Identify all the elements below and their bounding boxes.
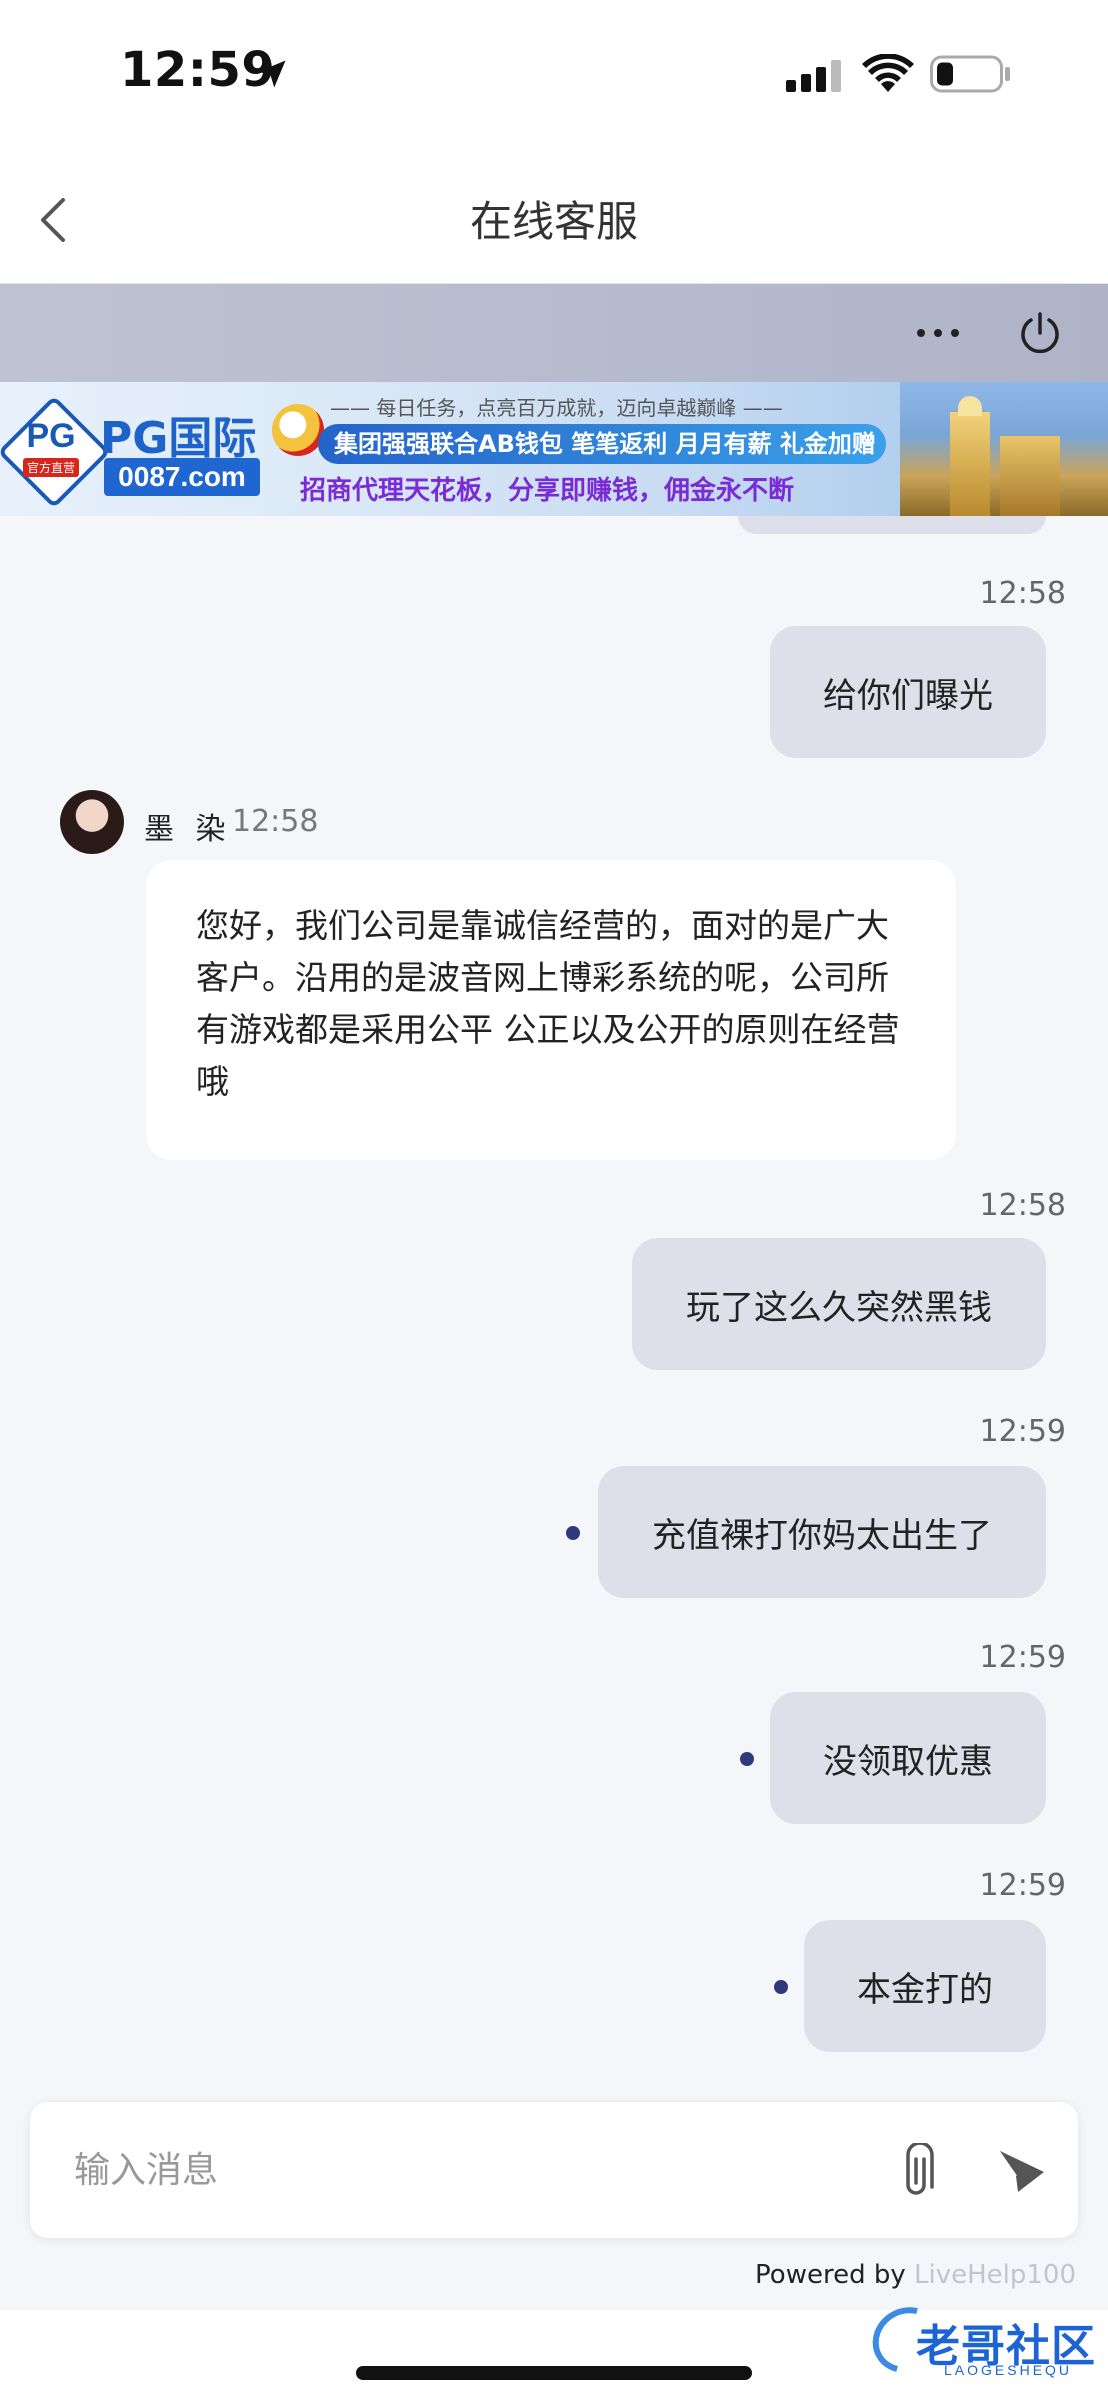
pg-official-tag: 官方直营 — [22, 458, 79, 477]
banner-brand-name: PG国际 — [100, 413, 257, 464]
outgoing-message[interactable]: 充值裸打你妈太出生了 — [598, 1466, 1046, 1598]
outgoing-message[interactable]: 玩了这么久突然黑钱 — [632, 1238, 1046, 1370]
agent-avatar[interactable] — [60, 790, 124, 854]
paperclip-icon — [906, 2143, 934, 2195]
banner-tagline-mid: 集团强强联合AB钱包 笔笔返利 月月有薪 礼金加赠 — [318, 424, 886, 464]
previous-message-bubble — [738, 516, 1046, 534]
message-time: 12:59 — [979, 1414, 1066, 1449]
banner-tagline-bottom: 招商代理天花板，分享即赚钱，佣金永不断 — [300, 476, 795, 506]
cellular-signal-icon — [786, 60, 841, 92]
power-icon — [1021, 312, 1059, 354]
home-indicator[interactable] — [356, 2366, 752, 2380]
send-icon — [997, 2149, 1044, 2192]
pg-logo-text: PG — [26, 417, 76, 455]
message-time: 12:59 — [979, 1640, 1066, 1675]
message-time: 12:58 — [979, 1188, 1066, 1223]
unread-dot — [566, 1526, 580, 1540]
powered-by-prefix: Powered by — [755, 2260, 914, 2290]
agent-name: 墨 染 — [144, 812, 232, 847]
chat-message-list[interactable]: 12:58 给你们曝光 墨 染 12:58 您好，我们公司是靠诚信经营的，面对的… — [0, 516, 1108, 2090]
powered-by-brand[interactable]: LiveHelp100 — [914, 2260, 1076, 2290]
more-options-button[interactable] — [908, 308, 968, 358]
send-button[interactable] — [986, 2138, 1056, 2204]
promo-banner[interactable]: PG 官方直营 PG国际 0087.com —— 每日任务，点亮百万成就，迈向卓… — [0, 382, 1108, 516]
message-composer — [30, 2102, 1078, 2238]
status-time: 12:59 — [120, 42, 276, 98]
watermark-logo: 老哥社区 LAOGESHEQU — [860, 2294, 1100, 2386]
chat-header — [0, 284, 1108, 382]
unread-dot — [740, 1752, 754, 1766]
outgoing-message[interactable]: 给你们曝光 — [770, 626, 1046, 758]
more-dots-icon — [917, 329, 959, 337]
agent-message-time: 12:58 — [232, 804, 319, 839]
wifi-icon — [862, 54, 914, 92]
banner-domain: 0087.com — [104, 458, 260, 496]
location-arrow-icon — [258, 60, 286, 88]
outgoing-message[interactable]: 本金打的 — [804, 1920, 1046, 2052]
banner-tagline-top: —— 每日任务，点亮百万成就，迈向卓越巅峰 —— — [330, 396, 783, 420]
banner-mascot-icon — [272, 404, 324, 456]
powered-by-text: Powered by LiveHelp100 — [755, 2260, 1076, 2290]
status-bar: 12:59 — [0, 0, 1108, 150]
page-title: 在线客服 — [469, 197, 638, 246]
message-input[interactable] — [74, 2132, 854, 2208]
message-time: 12:58 — [979, 576, 1066, 611]
watermark-subtext: LAOGESHEQU — [944, 2362, 1073, 2378]
outgoing-message[interactable]: 没领取优惠 — [770, 1692, 1046, 1824]
battery-icon — [930, 55, 1010, 93]
unread-dot — [774, 1980, 788, 1994]
message-time: 12:59 — [979, 1868, 1066, 1903]
navigation-bar: 在线客服 — [0, 150, 1108, 284]
incoming-message[interactable]: 您好，我们公司是靠诚信经营的，面对的是广大客户。沿用的是波音网上博彩系统的呢，公… — [146, 860, 956, 1160]
attach-button[interactable] — [886, 2140, 946, 2204]
end-chat-button[interactable] — [1012, 306, 1068, 362]
